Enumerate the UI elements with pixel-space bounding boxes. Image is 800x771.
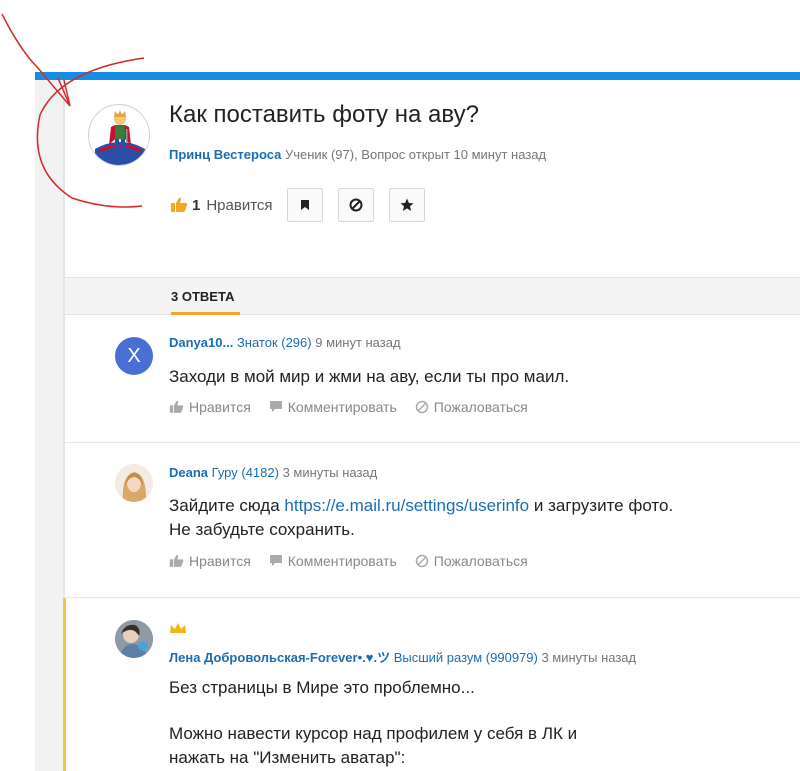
answer-author-avatar[interactable]: X — [115, 337, 153, 375]
tab-active-underline — [171, 312, 240, 315]
question-author-avatar[interactable] — [88, 104, 150, 166]
page: Как поставить фоту на аву? Принц Вестеро… — [0, 0, 800, 771]
report-icon — [415, 554, 429, 568]
crown-icon — [170, 623, 186, 633]
left-gutter — [35, 80, 63, 771]
answer-text-line-3: нажать на "Изменить аватар": — [169, 748, 406, 767]
answer-meta: Danya10... Знаток (296) 9 минут назад — [169, 335, 401, 350]
comment-icon — [269, 555, 282, 566]
answer-actions: Нравится Комментировать Пожаловаться — [169, 399, 546, 415]
question-meta: Принц Вестероса Ученик (97), Вопрос откр… — [169, 147, 546, 162]
question-like-button[interactable]: 1 Нравится — [170, 197, 273, 214]
block-button[interactable] — [337, 188, 374, 222]
avatar-letter: X — [127, 344, 141, 367]
answer-meta: Deana Гуру (4182) 3 минуты назад — [169, 465, 377, 480]
top-accent-bar — [35, 72, 800, 80]
comment-icon — [269, 401, 282, 412]
answer-author-avatar[interactable] — [115, 620, 153, 658]
bookmark-icon — [300, 200, 309, 210]
answer-like-button[interactable]: Нравится — [169, 399, 251, 415]
answer-item: Лена Добровольская-Forever•.♥.ツ Высший р… — [65, 598, 800, 771]
answer-author-link[interactable]: Deana — [169, 465, 208, 480]
answer-report-label: Пожаловаться — [433, 553, 528, 569]
answer-text-line-2: Можно навести курсор над профилем у себя… — [169, 724, 578, 743]
star-icon — [400, 198, 414, 211]
question-actions: 1 Нравится — [170, 188, 440, 222]
answer-item: X Danya10... Знаток (296) 9 минут назад … — [65, 316, 800, 442]
answer-meta: Лена Добровольская-Forever•.♥.ツ Высший р… — [169, 647, 636, 666]
answer-author-rank[interactable]: Высший разум (990979) — [390, 650, 538, 665]
answer-text-after-link: и загрузите фото. — [529, 496, 674, 515]
answer-time: 3 минуты назад — [537, 650, 637, 665]
report-icon — [415, 400, 429, 414]
answer-text-line-1: Без страницы в Мире это проблемно... — [169, 678, 475, 697]
answer-time: 3 минуты назад — [278, 465, 378, 480]
answers-header: 3 ОТВЕТА — [65, 277, 800, 315]
thumbs-up-icon — [169, 400, 184, 413]
tab-answers[interactable]: 3 ОТВЕТА — [171, 289, 234, 304]
answer-report-button[interactable]: Пожаловаться — [415, 399, 528, 415]
answer-comment-button[interactable]: Комментировать — [269, 553, 397, 569]
answer-author-rank[interactable]: Гуру (4182) — [208, 465, 279, 480]
question-author-link[interactable]: Принц Вестероса — [169, 147, 281, 162]
answer-item: Deana Гуру (4182) 3 минуты назад Зайдите… — [65, 443, 800, 597]
question-like-label: Нравится — [206, 196, 273, 214]
question-like-count: 1 — [192, 196, 201, 214]
answer-text: Заходи в мой мир и жми на аву, если ты п… — [169, 367, 570, 386]
answer-author-avatar[interactable] — [115, 464, 153, 502]
thumbs-up-icon — [169, 554, 184, 567]
favorite-button[interactable] — [388, 188, 425, 222]
answer-author-rank[interactable]: Знаток (296) — [233, 335, 312, 350]
answer-like-button[interactable]: Нравится — [169, 553, 251, 569]
answer-comment-button[interactable]: Комментировать — [269, 399, 397, 415]
answer-author-link[interactable]: Лена Добровольская-Forever•.♥.ツ — [169, 650, 390, 665]
answer-link[interactable]: https://e.mail.ru/settings/userinfo — [284, 496, 529, 515]
answer-time: 9 минут назад — [311, 335, 401, 350]
answer-text-line-2: Не забудьте сохранить. — [169, 520, 355, 539]
block-icon — [349, 198, 363, 212]
answer-report-label: Пожаловаться — [433, 399, 528, 415]
answer-text-line-1: Зайдите сюда https://e.mail.ru/settings/… — [169, 494, 673, 518]
user-photo-icon — [115, 620, 153, 658]
answer-comment-label: Комментировать — [287, 553, 397, 569]
answer-report-button[interactable]: Пожаловаться — [415, 553, 528, 569]
thumbs-up-icon — [171, 197, 188, 212]
answer-author-link[interactable]: Danya10... — [169, 335, 233, 350]
answer-text-before-link: Зайдите сюда — [169, 496, 285, 515]
answer-like-label: Нравится — [189, 553, 251, 569]
question-title: Как поставить фоту на аву? — [169, 101, 479, 128]
answer-comment-label: Комментировать — [287, 399, 397, 415]
bookmark-button[interactable] — [286, 188, 323, 222]
prince-avatar-icon — [90, 106, 149, 165]
answer-actions: Нравится Комментировать Пожаловаться — [169, 553, 546, 569]
question-meta-rest: Ученик (97), Вопрос открыт 10 минут наза… — [281, 147, 547, 162]
user-photo-icon — [115, 464, 153, 502]
answer-like-label: Нравится — [189, 399, 251, 415]
